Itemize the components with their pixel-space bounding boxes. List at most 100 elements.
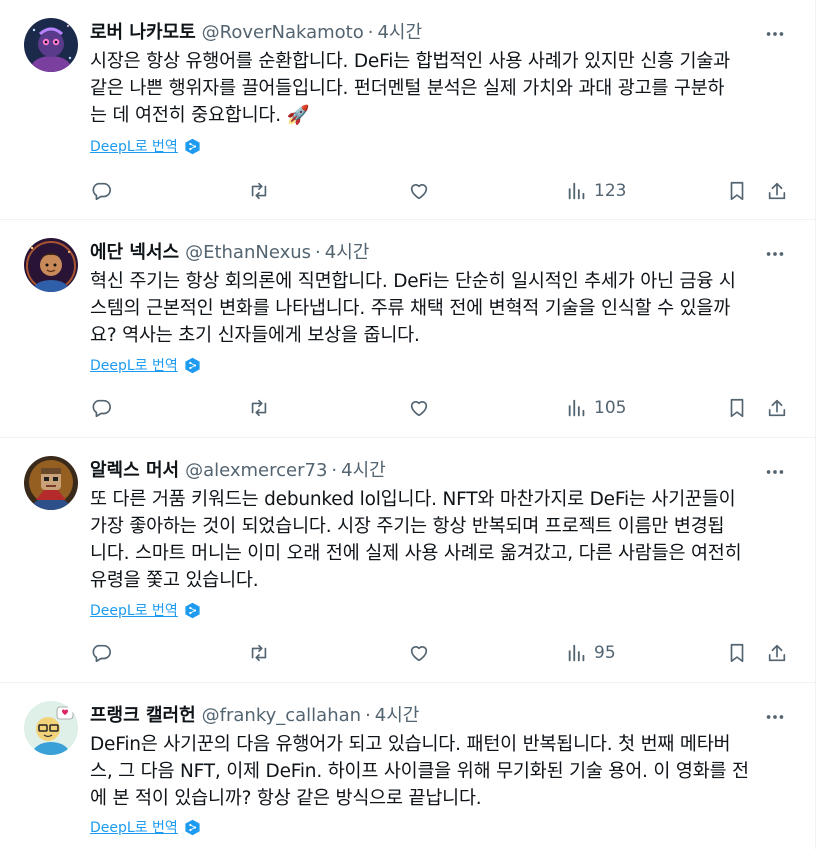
retweet-icon — [251, 644, 267, 662]
tweet-text: DeFin은 사기꾼의 다음 유행어가 되고 있습니다. 패턴이 반복됩니다. … — [90, 731, 790, 812]
more-icon[interactable] — [763, 705, 787, 729]
tweet-text-line: 유령을 쫓고 있습니다. — [90, 570, 259, 591]
tweet-text-line: 스, 그 다음 NFT, 이제 DeFin. 하이프 사이클을 위해 무기화된 … — [90, 761, 749, 782]
tweet-text-line: 스템의 근본적인 변화를 나타냅니다. 주류 채택 전에 변혁적 기술을 인식할… — [90, 298, 731, 319]
tweet-header: 프랭크 캘러헌 @franky_callahan · 4시간 — [90, 701, 775, 731]
share-button[interactable] — [766, 639, 788, 667]
share-button[interactable] — [766, 394, 788, 422]
share-icon — [768, 399, 786, 417]
tweet-text-line: DeFin은 사기꾼의 다음 유행어가 되고 있습니다. 패턴이 반복됩니다. … — [90, 734, 731, 755]
bookmark-icon — [730, 643, 744, 663]
tweet-text-line: 같은 나쁜 행위자를 끌어들입니다. 펀더멘털 분석은 실제 가치와 과대 광고… — [90, 78, 725, 99]
deepl-icon — [185, 357, 200, 373]
bookmark-button[interactable] — [726, 639, 748, 667]
user-handle[interactable]: @EthanNexus — [185, 242, 311, 263]
deepl-icon — [185, 819, 200, 835]
views-icon — [568, 182, 585, 200]
display-name[interactable]: 알렉스 머서 — [90, 456, 179, 482]
bookmark-icon — [730, 181, 744, 201]
more-icon[interactable] — [763, 460, 787, 484]
avatar[interactable] — [24, 456, 78, 510]
more-icon[interactable] — [763, 22, 787, 46]
display-name[interactable]: 로버 나카모토 — [90, 18, 196, 44]
translate-label[interactable]: DeepL로 번역 — [90, 600, 178, 620]
tweet-header: 로버 나카모토 @RoverNakamoto · 4시간 — [90, 18, 775, 48]
tweet-text-line: 또 다른 거품 키워드는 debunked lol입니다. NFT와 마찬가지로… — [90, 489, 736, 510]
avatar[interactable] — [24, 701, 78, 755]
tweet-text-line: 혁신 주기는 항상 회의론에 직면합니다. DeFi는 단순히 일시적인 추세가… — [90, 271, 736, 292]
retweet-button[interactable] — [248, 639, 270, 667]
tweet-text-line: 는 데 여전히 중요합니다. 🚀 — [90, 105, 310, 126]
tweet-text: 또 다른 거품 키워드는 debunked lol입니다. NFT와 마찬가지로… — [90, 486, 790, 594]
user-handle[interactable]: @RoverNakamoto — [202, 22, 364, 43]
user-handle[interactable]: @franky_callahan — [202, 705, 361, 726]
retweet-button[interactable] — [248, 177, 270, 205]
tweet-text-line: 에 본 적이 있습니까? 항상 같은 방식으로 끝납니다. — [90, 788, 482, 809]
bookmark-icon — [730, 398, 744, 418]
translate-label[interactable]: DeepL로 번역 — [90, 136, 178, 156]
separator-dot: · — [365, 705, 371, 726]
like-icon — [410, 184, 428, 200]
separator-dot: · — [367, 22, 374, 43]
like-button[interactable] — [408, 394, 430, 422]
display-name[interactable]: 프랭크 캘러헌 — [90, 701, 196, 727]
reply-icon — [92, 399, 111, 418]
separator-dot: · — [331, 460, 338, 481]
timestamp[interactable]: 4시간 — [341, 456, 386, 482]
action-bar: 105 — [90, 394, 790, 422]
tweet-text: 혁신 주기는 항상 회의론에 직면합니다. DeFi는 단순히 일시적인 추세가… — [90, 268, 790, 349]
retweet-button[interactable] — [248, 394, 270, 422]
like-button[interactable] — [408, 177, 430, 205]
retweet-icon — [251, 182, 267, 200]
timestamp[interactable]: 4시간 — [325, 238, 370, 264]
translate-link[interactable]: DeepL로 번역 — [90, 355, 201, 375]
tweet[interactable]: 프랭크 캘러헌 @franky_callahan · 4시간 DeFin은 사기… — [0, 683, 815, 849]
views-icon — [568, 644, 585, 662]
bookmark-button[interactable] — [726, 177, 748, 205]
share-button[interactable] — [766, 177, 788, 205]
tweet-header: 알렉스 머서 @alexmercer73 · 4시간 — [90, 456, 775, 486]
tweet[interactable]: 로버 나카모토 @RoverNakamoto · 4시간 시장은 항상 유행어를… — [0, 0, 815, 220]
more-icon[interactable] — [763, 242, 787, 266]
tweet[interactable]: 알렉스 머서 @alexmercer73 · 4시간 또 다른 거품 키워드는 … — [0, 438, 815, 683]
avatar[interactable] — [24, 238, 78, 292]
timestamp[interactable]: 4시간 — [375, 701, 420, 727]
action-bar: 123 — [90, 177, 790, 205]
tweet-text-line: 니다. 스마트 머니는 이미 오래 전에 실제 사용 사례로 옮겨갔고, 다른 … — [90, 543, 742, 564]
like-button[interactable] — [408, 639, 430, 667]
timeline-feed: 로버 나카모토 @RoverNakamoto · 4시간 시장은 항상 유행어를… — [0, 0, 816, 849]
timestamp[interactable]: 4시간 — [377, 18, 422, 44]
translate-label[interactable]: DeepL로 번역 — [90, 355, 178, 375]
separator-dot: · — [315, 242, 321, 263]
views-count: 105 — [594, 398, 627, 418]
tweet[interactable]: 에단 넥서스 @EthanNexus · 4시간 혁신 주기는 항상 회의론에 … — [0, 220, 815, 438]
share-icon — [768, 182, 786, 200]
like-icon — [410, 401, 428, 417]
views-count: 95 — [594, 643, 616, 663]
translate-link[interactable]: DeepL로 번역 — [90, 600, 201, 620]
views-button[interactable]: 105 — [566, 394, 626, 422]
share-icon — [768, 644, 786, 662]
tweet-text-line: 가장 좋아하는 것이 되었습니다. 시장 주기는 항상 반복되며 프로젝트 이름… — [90, 516, 725, 537]
translate-link[interactable]: DeepL로 번역 — [90, 136, 201, 156]
deepl-icon — [185, 138, 200, 154]
views-icon — [568, 399, 585, 417]
reply-button[interactable] — [90, 394, 112, 422]
translate-label[interactable]: DeepL로 번역 — [90, 817, 178, 837]
bookmark-button[interactable] — [726, 394, 748, 422]
tweet-text: 시장은 항상 유행어를 순환합니다. DeFi는 합법적인 사용 사례가 있지만… — [90, 48, 790, 129]
reply-button[interactable] — [90, 639, 112, 667]
retweet-icon — [251, 399, 267, 417]
views-count: 123 — [594, 181, 627, 201]
tweet-text-line: 시장은 항상 유행어를 순환합니다. DeFi는 합법적인 사용 사례가 있지만… — [90, 51, 730, 72]
user-handle[interactable]: @alexmercer73 — [185, 460, 327, 481]
views-button[interactable]: 95 — [566, 639, 616, 667]
deepl-icon — [185, 602, 200, 618]
display-name[interactable]: 에단 넥서스 — [90, 238, 179, 264]
reply-icon — [92, 182, 111, 201]
translate-link[interactable]: DeepL로 번역 — [90, 817, 201, 837]
views-button[interactable]: 123 — [566, 177, 626, 205]
reply-button[interactable] — [90, 177, 112, 205]
tweet-text-line: 요? 역사는 초기 신자들에게 보상을 줍니다. — [90, 325, 420, 346]
avatar[interactable] — [24, 18, 78, 72]
